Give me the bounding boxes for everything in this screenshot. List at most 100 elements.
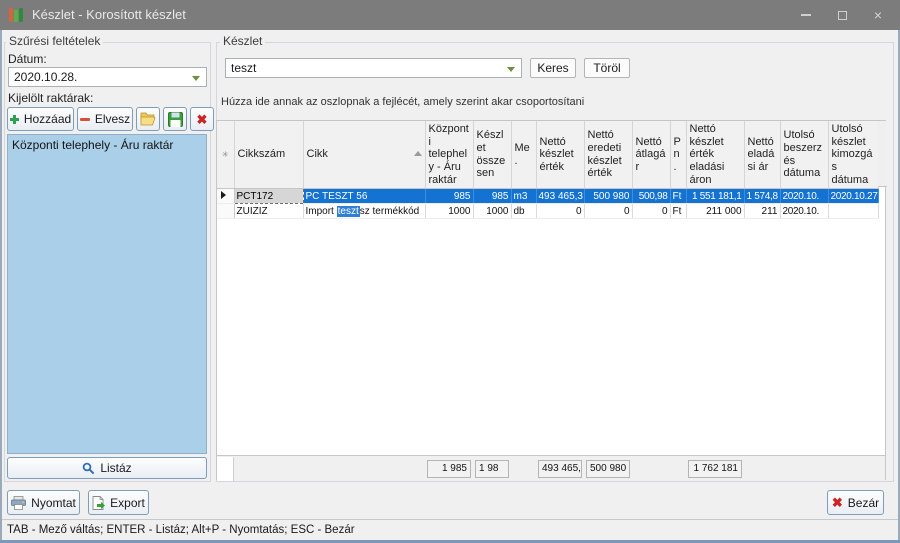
- delete-selection-button[interactable]: ✖: [190, 107, 214, 131]
- red-x-icon: ✖: [197, 113, 208, 126]
- column-header-cikkszam[interactable]: Cikkszám: [234, 121, 303, 189]
- open-folder-button[interactable]: [136, 107, 160, 131]
- grid-cell[interactable]: Ft: [670, 204, 686, 219]
- group-by-hint: Húzza ide annak az oszlopnak a fejlécét,…: [221, 96, 584, 108]
- warehouses-label: Kijelölt raktárak:: [8, 91, 93, 105]
- grid-cell[interactable]: 1000: [473, 204, 511, 219]
- search-match-highlight: teszt: [337, 206, 360, 217]
- grid-cell[interactable]: 0: [632, 204, 670, 219]
- search-combobox[interactable]: teszt: [225, 58, 522, 78]
- grid-cell[interactable]: 985: [425, 189, 473, 204]
- column-header-netto-eladasi-ar[interactable]: Nettó eladási ár: [744, 121, 780, 189]
- grid-summary-footer: 1 985 1 98 493 465,3 500 980 1 762 181: [217, 455, 885, 481]
- grid-cell[interactable]: 211: [744, 204, 780, 219]
- column-header-keszlet-osszesen[interactable]: Készlet összesen: [473, 121, 511, 189]
- grid-cell[interactable]: 2020.10.: [780, 189, 828, 204]
- window-title: Készlet - Korosított készlet: [32, 7, 186, 22]
- minimize-button[interactable]: [792, 4, 820, 26]
- chevron-down-icon[interactable]: [507, 67, 515, 72]
- sort-ascending-icon: [414, 151, 422, 156]
- summary-eladasi-aron-total: 1 762 181: [688, 460, 742, 478]
- printer-icon: [11, 496, 26, 510]
- window-border-left: [0, 30, 2, 543]
- chevron-down-icon[interactable]: [192, 76, 200, 81]
- search-icon: [82, 462, 95, 475]
- grid-cell[interactable]: PCT172: [234, 189, 303, 204]
- grid-cell[interactable]: 493 465,3: [536, 189, 584, 204]
- summary-raktar-total: 1 985: [427, 460, 471, 478]
- grid-cell[interactable]: 500,98: [632, 189, 670, 204]
- close-dialog-button[interactable]: ✖ Bezár: [827, 490, 884, 515]
- row-indicator-cell[interactable]: [217, 189, 234, 204]
- grid-cell[interactable]: [828, 204, 878, 219]
- column-header-utolso-keszlet-kimozgas-datuma[interactable]: Utolsó készlet kimozgás dátuma: [828, 121, 878, 189]
- search-button-label: Keres: [537, 61, 568, 75]
- column-header-me[interactable]: Me.: [511, 121, 536, 189]
- print-button[interactable]: Nyomtat: [7, 490, 80, 515]
- column-header-utolso-beszerzes-datuma[interactable]: Utolsó beszerzés dátuma: [780, 121, 828, 189]
- close-window-button[interactable]: ×: [864, 4, 892, 26]
- export-button-label: Export: [110, 496, 145, 510]
- grid-cell[interactable]: 1 574,8: [744, 189, 780, 204]
- grid-cell[interactable]: 211 000: [686, 204, 744, 219]
- date-value: 2020.10.28.: [14, 70, 77, 84]
- column-header-netto-keszlet-ertek-eladasi-aron[interactable]: Nettó készlet érték eladási áron: [686, 121, 744, 189]
- list-button[interactable]: Listáz: [7, 457, 207, 479]
- red-x-icon: ✖: [832, 496, 843, 509]
- stock-group-title: Készlet: [220, 34, 265, 48]
- grid-cell[interactable]: PC TESZT 56: [303, 189, 425, 204]
- column-header-netto-atlagar[interactable]: Nettó átlagár: [632, 121, 670, 189]
- grid-cell[interactable]: 2020.10.: [780, 204, 828, 219]
- grid-header-filler: [878, 121, 887, 187]
- clear-search-button[interactable]: Töröl: [584, 58, 630, 78]
- remove-warehouse-label: Elvesz: [95, 112, 130, 126]
- save-button[interactable]: [163, 107, 187, 131]
- summary-osszesen-total: 1 98: [475, 460, 509, 478]
- column-header-cikk[interactable]: Cikk: [303, 121, 425, 189]
- add-warehouse-button[interactable]: Hozzáad: [7, 107, 74, 131]
- summary-netto-ertek-total: 493 465,3: [538, 460, 582, 478]
- summary-eredeti-ertek-total: 500 980: [586, 460, 630, 478]
- column-header-indicator: ✳: [217, 121, 234, 189]
- warehouse-list-item[interactable]: Központi telephely - Áru raktár: [8, 135, 206, 155]
- add-warehouse-label: Hozzáad: [24, 112, 71, 126]
- status-bar: TAB - Mező váltás; ENTER - Listáz; Alt+P…: [2, 519, 898, 540]
- table-row-selected[interactable]: PCT172 PC TESZT 56 985 985 m3 493 465,3 …: [217, 189, 878, 204]
- search-button[interactable]: Keres: [530, 58, 576, 78]
- maximize-button[interactable]: [828, 4, 856, 26]
- column-header-netto-keszlet-ertek[interactable]: Nettó készlet érték: [536, 121, 584, 189]
- title-bar: Készlet - Korosított készlet ×: [0, 0, 900, 30]
- grid-cell[interactable]: Ft: [670, 189, 686, 204]
- search-value: teszt: [231, 61, 256, 75]
- grid-cell[interactable]: 985: [473, 189, 511, 204]
- date-combobox[interactable]: 2020.10.28.: [8, 67, 207, 87]
- column-header-kozponti-telephely[interactable]: Központi telephely - Áru raktár: [425, 121, 473, 189]
- row-indicator-cell[interactable]: [217, 204, 234, 219]
- remove-warehouse-button[interactable]: Elvesz: [77, 107, 133, 131]
- grid-cell[interactable]: 0: [536, 204, 584, 219]
- grid-cell[interactable]: m3: [511, 189, 536, 204]
- grid-cell[interactable]: 0: [584, 204, 632, 219]
- grid-cell[interactable]: ZUIZIZ: [234, 204, 303, 219]
- print-button-label: Nyomtat: [31, 496, 76, 510]
- grid-cell[interactable]: 500 980: [584, 189, 632, 204]
- grid-cell[interactable]: 1 551 181,1: [686, 189, 744, 204]
- grid-cell[interactable]: Import tesztsz termékkód: [303, 204, 425, 219]
- warehouse-listbox[interactable]: Központi telephely - Áru raktár: [7, 134, 207, 454]
- minimize-icon: [801, 14, 811, 16]
- grid-cell[interactable]: db: [511, 204, 536, 219]
- plus-icon: [10, 115, 19, 124]
- grid-cell[interactable]: 1000: [425, 204, 473, 219]
- app-icon: [9, 7, 25, 23]
- close-dialog-label: Bezár: [848, 496, 879, 510]
- export-button[interactable]: Export: [88, 490, 149, 515]
- table-row[interactable]: ZUIZIZ Import tesztsz termékkód 1000 100…: [217, 204, 878, 219]
- maximize-icon: [838, 11, 847, 20]
- app-window: Készlet - Korosított készlet × Szűrési f…: [0, 0, 900, 543]
- list-button-label: Listáz: [100, 461, 131, 475]
- filter-group-title: Szűrési feltételek: [6, 34, 103, 48]
- column-header-pn[interactable]: Pn.: [670, 121, 686, 189]
- grid-cell[interactable]: 2020.10.27: [828, 189, 878, 204]
- footer-indicator-cell: [217, 457, 234, 481]
- column-header-netto-eredeti-keszlet-ertek[interactable]: Nettó eredeti készlet érték: [584, 121, 632, 189]
